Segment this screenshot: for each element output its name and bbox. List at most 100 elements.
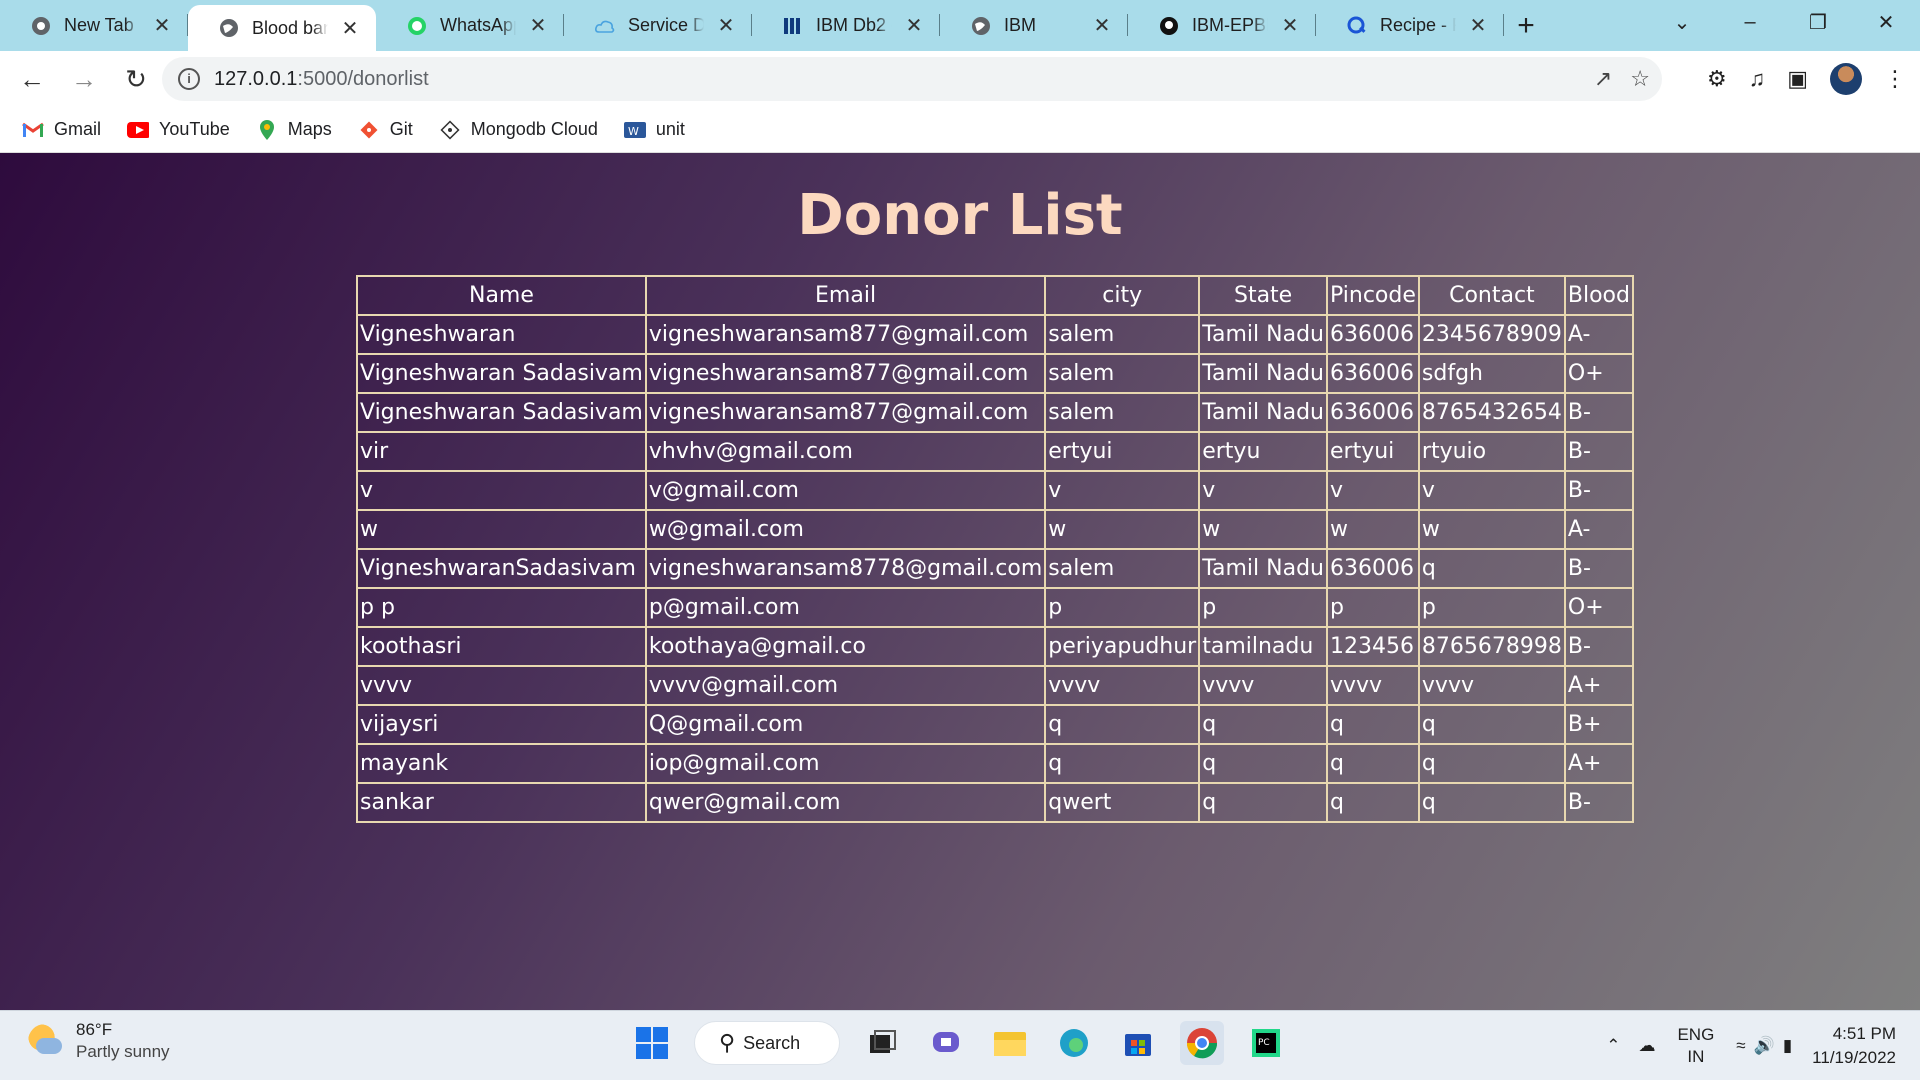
- bookmark-git[interactable]: Git: [358, 119, 413, 141]
- pycharm-icon[interactable]: PC: [1244, 1021, 1288, 1065]
- table-row: vvvv vvvv@gmail.com vvvv vvvv vvvv vvvv A+: [356, 665, 1634, 706]
- address-bar[interactable]: i 127.0.0.1:5000/donorlist ↗ ☆: [162, 57, 1662, 101]
- media-control-icon[interactable]: ♫: [1749, 66, 1766, 92]
- tab-2[interactable]: WhatsApp ✕: [376, 0, 564, 51]
- table-cell: vhvhv@gmail.com: [644, 431, 1047, 472]
- weather-widget[interactable]: 86°F Partly sunny: [28, 1019, 170, 1063]
- table-cell: 8765432654: [1417, 392, 1566, 433]
- new-tab-button[interactable]: +: [1504, 0, 1548, 51]
- volume-icon[interactable]: 🔊: [1754, 1036, 1775, 1056]
- table-cell: q: [1198, 743, 1328, 784]
- language-indicator[interactable]: ENG IN: [1677, 1024, 1714, 1068]
- minimize-button[interactable]: –: [1716, 0, 1784, 45]
- table-cell: 123456: [1326, 626, 1420, 667]
- edge-icon[interactable]: [1052, 1021, 1096, 1065]
- tab-separator: [1503, 14, 1504, 36]
- table-cell: sankar: [356, 782, 647, 823]
- table-cell: koothasri: [356, 626, 647, 667]
- table-cell: mayank: [356, 743, 647, 784]
- close-tab-icon[interactable]: ✕: [1090, 14, 1114, 38]
- search-icon: ⚲: [719, 1030, 736, 1055]
- start-icon[interactable]: [630, 1021, 674, 1065]
- tab-7[interactable]: Recipe - Fo ✕: [1316, 0, 1504, 51]
- table-cell: q: [1417, 704, 1566, 745]
- table-cell: salem: [1044, 314, 1201, 355]
- table-cell: w: [1198, 509, 1328, 550]
- extensions-icon[interactable]: ⚙: [1707, 66, 1727, 92]
- tab-0[interactable]: New Tab ✕: [0, 0, 188, 51]
- bookmark-unit[interactable]: Wunit: [623, 119, 685, 141]
- wifi-icon[interactable]: ≈: [1736, 1036, 1745, 1056]
- table-cell: B-: [1563, 470, 1634, 511]
- table-cell: Vigneshwaran Sadasivam: [356, 353, 647, 394]
- table-cell: Tamil Nadu: [1198, 548, 1328, 589]
- file-explorer-icon[interactable]: [988, 1021, 1032, 1065]
- tab-search-chevron-icon[interactable]: ⌄: [1648, 0, 1716, 45]
- bookmark-mongodb-cloud[interactable]: Mongodb Cloud: [439, 119, 598, 141]
- table-cell: v: [1044, 470, 1201, 511]
- side-panel-icon[interactable]: ▣: [1787, 66, 1808, 92]
- table-cell: Tamil Nadu: [1198, 392, 1328, 433]
- cloud-icon: [594, 15, 616, 37]
- close-tab-icon[interactable]: ✕: [714, 14, 738, 38]
- close-tab-icon[interactable]: ✕: [338, 16, 362, 40]
- reload-button[interactable]: ↻: [116, 59, 156, 99]
- table-cell: vigneshwaransam877@gmail.com: [644, 314, 1047, 355]
- forward-button[interactable]: →: [64, 59, 104, 99]
- column-header: Pincode: [1326, 275, 1420, 316]
- close-tab-icon[interactable]: ✕: [150, 14, 174, 38]
- share-icon[interactable]: ↗: [1594, 66, 1612, 92]
- tab-6[interactable]: IBM-EPBL/I ✕: [1128, 0, 1316, 51]
- svg-text:W: W: [628, 125, 639, 138]
- close-window-button[interactable]: ✕: [1852, 0, 1920, 45]
- chrome-taskbar-icon[interactable]: [1180, 1021, 1224, 1065]
- teams-chat-icon[interactable]: [924, 1021, 968, 1065]
- profile-avatar[interactable]: [1830, 63, 1862, 95]
- close-tab-icon[interactable]: ✕: [902, 14, 926, 38]
- bookmark-star-icon[interactable]: ☆: [1630, 66, 1650, 92]
- table-cell: B-: [1563, 782, 1634, 823]
- table-row: vijaysri Q@gmail.com q q q q B+: [356, 704, 1634, 745]
- tab-3[interactable]: Service Det ✕: [564, 0, 752, 51]
- table-row: Vigneshwaran Sadasivam vigneshwaransam877…: [356, 353, 1634, 394]
- tab-strip: New Tab ✕ Blood bank ✕ WhatsApp ✕ Service Det ✕…: [0, 0, 1920, 51]
- restore-button[interactable]: ❐: [1784, 0, 1852, 45]
- tab-4[interactable]: IBM Db2 or ✕: [752, 0, 940, 51]
- clock[interactable]: 4:51 PM 11/19/2022: [1812, 1022, 1896, 1070]
- table-cell: qwert: [1044, 782, 1201, 823]
- globe-icon: [218, 17, 240, 39]
- page-title: Donor List: [797, 183, 1123, 248]
- taskbar-search-button[interactable]: ⚲ Search: [694, 1021, 840, 1065]
- table-cell: koothaya@gmail.co: [644, 626, 1047, 667]
- battery-icon[interactable]: ▮: [1783, 1036, 1792, 1056]
- whatsapp-icon: [406, 15, 428, 37]
- table-cell: w: [1417, 509, 1566, 550]
- tab-title: Blood bank: [252, 17, 328, 38]
- menu-kebab-icon[interactable]: ⋮: [1884, 66, 1906, 92]
- table-cell: q: [1326, 743, 1420, 784]
- bookmarks-bar: Gmail YouTube Maps Git Mongodb Cloud Wunit: [0, 107, 1920, 153]
- close-tab-icon[interactable]: ✕: [1278, 14, 1302, 38]
- bookmark-youtube[interactable]: YouTube: [127, 119, 230, 141]
- url-text[interactable]: 127.0.0.1:5000/donorlist: [214, 68, 429, 91]
- tab-1[interactable]: Blood bank ✕: [188, 5, 376, 51]
- tab-title: New Tab: [64, 15, 134, 35]
- back-button[interactable]: ←: [12, 59, 52, 99]
- bookmark-gmail[interactable]: Gmail: [22, 119, 101, 141]
- table-cell: B-: [1563, 548, 1634, 589]
- chevron-up-icon[interactable]: ⌃: [1606, 1036, 1620, 1056]
- site-info-icon[interactable]: i: [178, 68, 200, 90]
- bookmark-maps[interactable]: Maps: [256, 119, 332, 141]
- column-header: city: [1044, 275, 1201, 316]
- table-cell: q: [1198, 782, 1328, 823]
- close-tab-icon[interactable]: ✕: [526, 14, 550, 38]
- mongodb-icon: [439, 119, 461, 141]
- store-icon[interactable]: [1116, 1021, 1160, 1065]
- onedrive-icon[interactable]: ☁: [1638, 1036, 1655, 1056]
- table-cell: A+: [1563, 743, 1634, 784]
- tab-5[interactable]: IBM ✕: [940, 0, 1128, 51]
- task-view-icon[interactable]: [860, 1021, 904, 1065]
- search-label: Search: [743, 1032, 801, 1053]
- close-tab-icon[interactable]: ✕: [1466, 14, 1490, 38]
- browser-toolbar: ← → ↻ i 127.0.0.1:5000/donorlist ↗ ☆ ⚙ ♫…: [0, 51, 1920, 107]
